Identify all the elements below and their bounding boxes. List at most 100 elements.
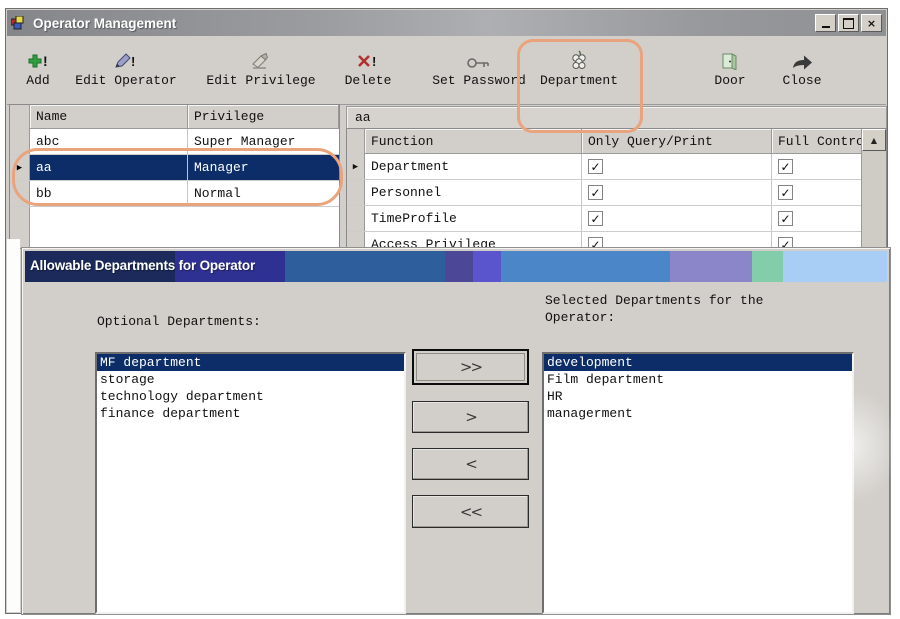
optional-department-item[interactable]: technology department xyxy=(97,388,404,405)
optional-department-item[interactable]: storage xyxy=(97,371,404,388)
row-selector xyxy=(347,206,365,231)
toolbar-label: Door xyxy=(714,73,745,88)
toolbar-label: Edit Privilege xyxy=(206,73,315,88)
toolbar-button-add[interactable]: ! Add xyxy=(16,44,60,88)
add-icon: ! xyxy=(26,44,50,70)
operator-privilege-cell: Manager xyxy=(188,155,339,180)
default-button-inner: >> xyxy=(416,353,525,381)
column-header-only-query-print[interactable]: Only Query/Print xyxy=(582,129,772,154)
move-left-button[interactable]: < xyxy=(412,448,529,480)
close-icon: × xyxy=(867,17,876,30)
app-icon xyxy=(11,16,27,31)
toolbar-button-department[interactable]: Department xyxy=(526,44,632,88)
optional-department-item[interactable]: finance department xyxy=(97,405,404,422)
row-selector-header xyxy=(10,105,30,129)
column-header-privilege[interactable]: Privilege xyxy=(188,105,339,129)
window-titlebar: Operator Management × xyxy=(7,10,886,36)
operator-row[interactable]: ▶aaManager xyxy=(10,155,339,181)
titlebar-segment xyxy=(752,251,783,282)
titlebar-segment xyxy=(285,251,445,282)
toolbar: !Add!Edit OperatorEdit Privilege!DeleteS… xyxy=(7,36,886,105)
set-password-icon xyxy=(466,44,492,70)
only-query-print-cell: ✓ xyxy=(582,206,772,231)
checkbox[interactable]: ✓ xyxy=(588,185,603,200)
svg-text:!: ! xyxy=(372,54,376,69)
privileges-scrollbar[interactable]: ▲ xyxy=(861,129,886,247)
only-query-print-cell: ✓ xyxy=(582,180,772,205)
window-client-sliver xyxy=(7,239,20,612)
page: Operator Management × ! Add !Edit Operator… xyxy=(0,0,900,619)
move-right-button[interactable]: > xyxy=(412,401,529,433)
operator-name-cell: abc xyxy=(30,129,188,154)
close-icon xyxy=(790,44,814,70)
selected-departments-list[interactable]: developmentFilm departmentHRmanagerment xyxy=(542,352,854,614)
minimize-icon xyxy=(822,18,830,28)
function-name-cell: Access Privilege xyxy=(365,232,582,247)
selected-department-item[interactable]: Film department xyxy=(544,371,852,388)
function-row[interactable]: ▶Department✓✓ xyxy=(347,154,886,180)
row-selector-header xyxy=(347,129,365,154)
column-header-function[interactable]: Function xyxy=(365,129,582,154)
maximize-icon xyxy=(843,18,854,29)
door-icon xyxy=(719,44,741,70)
close-window-button[interactable]: × xyxy=(861,14,882,32)
row-selector: ▶ xyxy=(10,155,30,180)
optional-departments-label: Optional Departments: xyxy=(97,314,261,329)
titlebar-segment xyxy=(783,251,887,282)
checkbox[interactable]: ✓ xyxy=(588,237,603,247)
operator-name-cell: bb xyxy=(30,181,188,206)
optional-departments-list[interactable]: MF departmentstoragetechnology departmen… xyxy=(95,352,406,614)
only-query-print-cell: ✓ xyxy=(582,232,772,247)
optional-department-item[interactable]: MF department xyxy=(97,354,404,371)
delete-icon: ! xyxy=(356,44,380,70)
privileges-panel: aa Function Only Query/Print Full Contro… xyxy=(346,106,887,247)
operator-management-window: Operator Management × ! Add !Edit Operator… xyxy=(5,8,888,614)
move-all-right-button[interactable]: >> xyxy=(412,349,529,385)
toolbar-label: Department xyxy=(540,73,618,88)
row-selector: ▶ xyxy=(347,154,365,179)
row-selector xyxy=(10,129,30,154)
function-row[interactable]: Personnel ✓ ✓ xyxy=(347,180,886,206)
minimize-button[interactable] xyxy=(815,14,836,32)
row-selector xyxy=(347,180,365,205)
toolbar-label: Close xyxy=(782,73,821,88)
arrow-up-icon: ▲ xyxy=(871,136,877,145)
privileges-table: Function Only Query/Print Full Contro ▶D… xyxy=(346,128,887,247)
selected-department-item[interactable]: managerment xyxy=(544,405,852,422)
toolbar-label: Add xyxy=(26,73,49,88)
selected-department-item[interactable]: HR xyxy=(544,388,852,405)
svg-text:!: ! xyxy=(43,53,48,69)
operator-row[interactable]: abcSuper Manager xyxy=(10,129,339,155)
selected-department-item[interactable]: development xyxy=(544,354,852,371)
checkbox[interactable]: ✓ xyxy=(778,211,793,226)
operators-table: Name Privilege abcSuper Manager▶aaManage… xyxy=(9,104,340,249)
window-controls: × xyxy=(815,14,882,32)
checkbox[interactable]: ✓ xyxy=(778,237,793,247)
checkbox[interactable]: ✓ xyxy=(778,185,793,200)
maximize-button[interactable] xyxy=(838,14,859,32)
row-selector xyxy=(10,181,30,206)
operator-privilege-cell: Super Manager xyxy=(188,129,339,154)
toolbar-button-delete[interactable]: !Delete xyxy=(328,44,408,88)
privileges-table-header: Function Only Query/Print Full Contro xyxy=(347,129,886,154)
checkbox[interactable]: ✓ xyxy=(588,211,603,226)
function-row[interactable]: TimeProfile✓✓ xyxy=(347,206,886,232)
checkbox[interactable]: ✓ xyxy=(778,159,793,174)
move-all-left-button[interactable]: << xyxy=(412,495,529,528)
operators-table-header: Name Privilege xyxy=(10,105,339,129)
operator-row[interactable]: bbNormal xyxy=(10,181,339,207)
toolbar-button-edit-privilege[interactable]: Edit Privilege xyxy=(194,44,328,88)
scrollbar-up-button[interactable]: ▲ xyxy=(862,129,886,151)
edit-operator-icon: ! xyxy=(114,44,138,70)
checkbox[interactable]: ✓ xyxy=(588,159,603,174)
titlebar-segment xyxy=(501,251,670,282)
toolbar-button-edit-operator[interactable]: !Edit Operator xyxy=(60,44,192,88)
function-row[interactable]: Access Privilege ✓ ✓ xyxy=(347,232,886,247)
operator-privilege-cell: Normal xyxy=(188,181,339,206)
department-icon xyxy=(568,44,590,70)
function-name-cell: Personnel xyxy=(365,180,582,205)
column-header-name[interactable]: Name xyxy=(30,105,188,129)
titlebar-segment xyxy=(473,251,501,282)
toolbar-button-door[interactable]: Door xyxy=(702,44,758,88)
toolbar-button-close[interactable]: Close xyxy=(766,44,838,88)
